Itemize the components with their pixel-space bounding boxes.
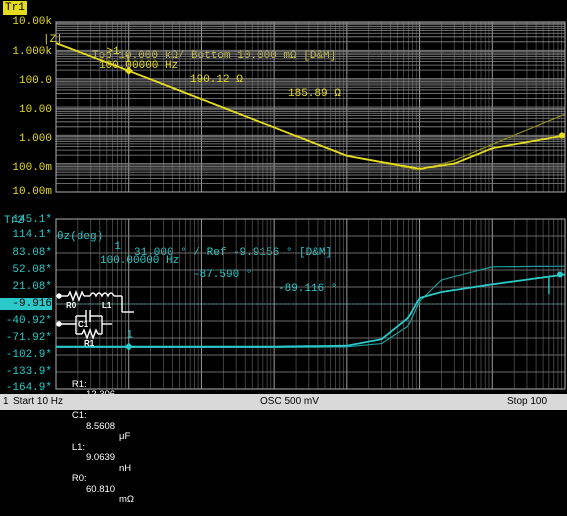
param-unit: mΩ xyxy=(119,494,135,505)
trace2-marker-id: 1 xyxy=(114,241,122,253)
trace2-marker-freq: 100.00000 Hz xyxy=(100,255,180,267)
circuit-label-c1: C1 xyxy=(78,320,89,329)
trace2-marker-value2: -89.116 ° xyxy=(278,283,338,295)
param-name: R1: xyxy=(71,378,87,390)
trace1-grid xyxy=(55,21,566,193)
circuit-label-r1: R1 xyxy=(84,339,95,348)
trace1-end-dot xyxy=(559,132,565,139)
circuit-label-l1: L1 xyxy=(102,301,112,310)
equivalent-circuit-params: R1: 12.306 kΩ C1: 8.5608 μF L1: 9.0639 n… xyxy=(56,348,134,505)
trace2-marker-value1: -87.590 ° xyxy=(193,269,253,281)
trace1-marker-id: >1 xyxy=(106,46,120,58)
param-value: 9.0639 xyxy=(86,452,116,463)
param-name: L1: xyxy=(71,441,86,453)
param-value: 60.810 xyxy=(86,483,116,495)
trace1-marker-value2: 185.89 Ω xyxy=(288,88,341,100)
param-name: R0: xyxy=(71,473,87,484)
equivalent-circuit-diagram: R0 L1 C1 R1 xyxy=(56,290,134,348)
trace1-marker-value1: 190.12 Ω xyxy=(190,74,243,86)
osc-level[interactable]: OSC 500 mV xyxy=(260,394,319,410)
param-unit: μF xyxy=(119,431,131,442)
trace1-marker-readout: >1 100.00000 Hz 190.12 Ω 185.89 Ω xyxy=(80,31,341,115)
circuit-label-r0: R0 xyxy=(66,301,77,310)
stop-frequency[interactable]: Stop 100 MHz xyxy=(507,394,567,426)
trace1-marker-freq: 100.00000 Hz xyxy=(99,60,179,72)
param-unit: nH xyxy=(119,462,132,474)
start-frequency[interactable]: Start 10 Hz xyxy=(13,394,63,410)
analyzer-screen: Tr1 |Z| Top 10.000 kΩ/ Bottom 10.000 mΩ … xyxy=(0,0,567,505)
trace2-end-dot xyxy=(557,271,563,278)
param-name: C1: xyxy=(71,410,87,421)
channel-number[interactable]: 1 xyxy=(3,394,9,410)
param-row: R0: 60.810 mΩ xyxy=(56,464,134,504)
param-value: 8.5608 xyxy=(86,420,116,432)
param-row: R1: 12.306 kΩ xyxy=(56,369,131,410)
status-footer: 1 Start 10 Hz OSC 500 mV Stop 100 MHz xyxy=(0,394,567,423)
param-row: L1: 9.0639 nH xyxy=(56,432,131,473)
markers: 11 xyxy=(124,53,565,351)
